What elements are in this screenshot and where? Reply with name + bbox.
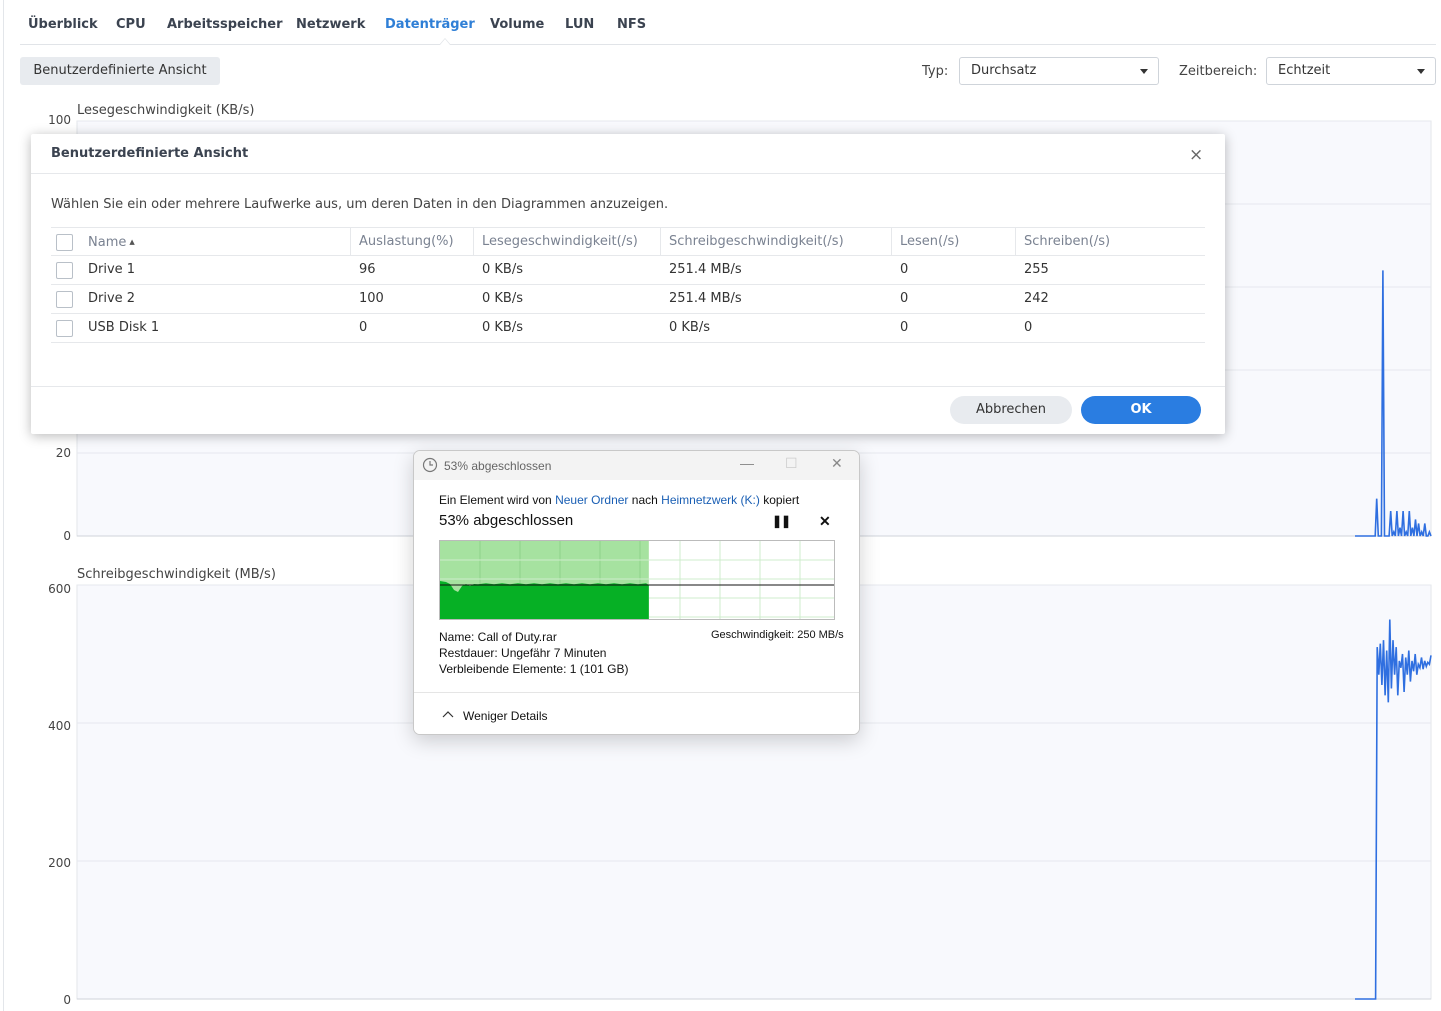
dialog-title: Benutzerdefinierte Ansicht xyxy=(51,146,249,161)
close-icon[interactable]: × xyxy=(1189,145,1203,165)
cell-write-speed: 251.4 MB/s xyxy=(669,291,742,306)
copy-progress-window: 53% abgeschlossen — ☐ ✕ Ein Element wird… xyxy=(413,450,860,735)
column-header-reads[interactable]: Lesen(/s) xyxy=(891,228,1015,256)
write-chart-tick: 0 xyxy=(63,993,71,1007)
dialog-description: Wählen Sie ein oder mehrere Laufwerke au… xyxy=(51,197,669,212)
column-header-name[interactable]: Name ▲ xyxy=(80,228,350,256)
table-row[interactable]: Drive 2 100 0 KB/s 251.4 MB/s 0 242 xyxy=(51,285,1205,314)
cell-name: Drive 2 xyxy=(88,291,136,306)
file-name: Name: Call of Duty.rar xyxy=(439,630,557,644)
ok-button[interactable]: OK xyxy=(1081,396,1201,424)
copy-text: Ein Element wird von xyxy=(439,493,552,507)
destination-link[interactable]: Heimnetzwerk (K:) xyxy=(661,493,760,507)
write-chart-tick: 200 xyxy=(48,856,71,870)
column-header-label: Name xyxy=(88,235,127,250)
speed-graph-canvas xyxy=(440,541,834,619)
copy-text: nach xyxy=(631,493,658,507)
cell-read-speed: 0 KB/s xyxy=(482,320,523,335)
read-chart-tick: 0 xyxy=(63,529,71,543)
cell-write-speed: 251.4 MB/s xyxy=(669,262,742,277)
column-header-read-speed[interactable]: Lesegeschwindigkeit(/s) xyxy=(473,228,660,256)
cell-writes: 0 xyxy=(1024,320,1033,335)
maximize-button[interactable]: ☐ xyxy=(785,455,798,472)
read-chart-tick: 100 xyxy=(48,113,71,127)
copy-description: Ein Element wird von Neuer Ordner nach H… xyxy=(439,493,799,507)
read-chart-tick: 20 xyxy=(55,446,71,460)
custom-view-dialog: Benutzerdefinierte Ansicht × Wählen Sie … xyxy=(31,134,1225,434)
cell-writes: 242 xyxy=(1024,291,1049,306)
cell-reads: 0 xyxy=(900,320,909,335)
cell-name: USB Disk 1 xyxy=(88,320,160,335)
less-details-button[interactable]: Weniger Details xyxy=(463,709,547,723)
column-header-utilization[interactable]: Auslastung(%) xyxy=(350,228,473,256)
row-checkbox[interactable] xyxy=(56,291,73,308)
window-title: 53% abgeschlossen xyxy=(444,459,552,473)
speed-label: Geschwindigkeit: 250 MB/s xyxy=(711,629,844,641)
close-button[interactable]: ✕ xyxy=(831,455,843,472)
cell-utilization: 0 xyxy=(359,320,368,335)
read-chart-title: Lesegeschwindigkeit (KB/s) xyxy=(77,103,255,118)
cell-utilization: 100 xyxy=(359,291,384,306)
chevron-up-icon[interactable] xyxy=(442,709,454,719)
window-footer: Weniger Details xyxy=(414,692,859,734)
column-header-write-speed[interactable]: Schreibgeschwindigkeit(/s) xyxy=(660,228,891,256)
percent-complete: 53% abgeschlossen xyxy=(439,512,574,529)
table-row[interactable]: Drive 1 96 0 KB/s 251.4 MB/s 0 255 xyxy=(51,256,1205,285)
cell-write-speed: 0 KB/s xyxy=(669,320,710,335)
cell-read-speed: 0 KB/s xyxy=(482,262,523,277)
window-titlebar[interactable]: 53% abgeschlossen — ☐ ✕ xyxy=(414,451,859,480)
sort-ascending-icon: ▲ xyxy=(129,238,135,246)
row-checkbox[interactable] xyxy=(56,320,73,337)
window-body: Ein Element wird von Neuer Ordner nach H… xyxy=(414,480,859,692)
speed-graph: Geschwindigkeit: 250 MB/s xyxy=(439,540,844,641)
column-header-writes[interactable]: Schreiben(/s) xyxy=(1015,228,1205,256)
cell-reads: 0 xyxy=(900,291,909,306)
write-chart-tick: 600 xyxy=(48,582,71,596)
select-all-checkbox[interactable] xyxy=(56,234,73,251)
table-row[interactable]: USB Disk 1 0 0 KB/s 0 KB/s 0 0 xyxy=(51,314,1205,343)
table-header-row: Name ▲ Auslastung(%) Lesegeschwindigkeit(… xyxy=(51,227,1205,256)
cell-utilization: 96 xyxy=(359,262,376,277)
write-chart-tick: 400 xyxy=(48,719,71,733)
drive-table: Name ▲ Auslastung(%) Lesegeschwindigkeit(… xyxy=(51,227,1205,343)
cancel-button[interactable]: Abbrechen xyxy=(950,396,1072,424)
cell-name: Drive 1 xyxy=(88,262,136,277)
pause-icon[interactable]: ❚❚ xyxy=(772,514,791,528)
copy-text: kopiert xyxy=(763,493,800,507)
minimize-button[interactable]: — xyxy=(740,455,754,471)
dialog-footer-divider xyxy=(31,386,1225,387)
speed-history-area xyxy=(440,581,649,619)
cell-writes: 255 xyxy=(1024,262,1049,277)
clock-icon xyxy=(422,457,438,473)
cell-reads: 0 xyxy=(900,262,909,277)
row-checkbox[interactable] xyxy=(56,262,73,279)
items-remaining: Verbleibende Elemente: 1 (101 GB) xyxy=(439,662,629,676)
cell-read-speed: 0 KB/s xyxy=(482,291,523,306)
time-remaining: Restdauer: Ungefähr 7 Minuten xyxy=(439,646,607,660)
stop-icon[interactable]: ✕ xyxy=(819,513,831,530)
source-link[interactable]: Neuer Ordner xyxy=(555,493,628,507)
write-chart-title: Schreibgeschwindigkeit (MB/s) xyxy=(77,567,276,582)
